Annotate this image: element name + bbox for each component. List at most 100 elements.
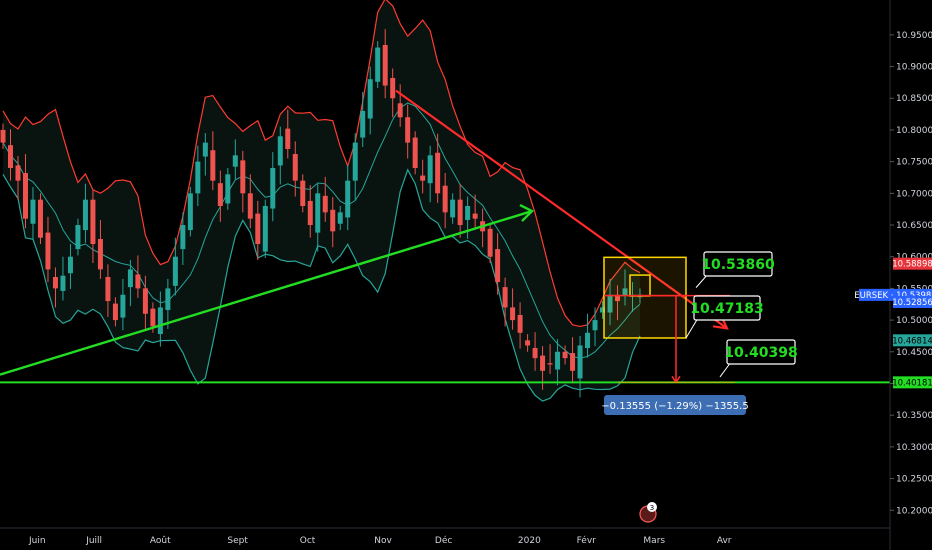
price-tick-label: 10.95000: [896, 31, 932, 41]
candle-body: [555, 351, 561, 370]
time-tick-label: Févr: [577, 535, 597, 546]
price-tag-label: 10.46814: [892, 336, 932, 346]
price-tag: 10.52856: [892, 295, 932, 308]
candle-body: [165, 288, 171, 310]
price-tick-label: 10.25000: [896, 475, 932, 485]
candle-body: [330, 209, 336, 232]
candle-body: [210, 150, 216, 181]
price-tick-label: 10.70000: [896, 189, 932, 199]
candle-body: [202, 142, 208, 157]
time-tick-label: Nov: [374, 536, 392, 546]
candle-body: [592, 320, 598, 331]
time-tick-label: Juill: [85, 536, 102, 546]
candle-body: [307, 200, 313, 226]
price-tick-label: 10.30000: [896, 443, 932, 453]
price-tick-label: 10.20000: [896, 506, 932, 516]
candle-body: [97, 238, 103, 270]
candle-body: [150, 308, 156, 327]
candle-body: [465, 206, 471, 220]
candle-body: [345, 180, 351, 218]
candle-body: [180, 225, 186, 250]
candle-body: [540, 355, 546, 371]
candle-body: [105, 276, 111, 302]
candle-body: [367, 79, 373, 119]
candle-body: [472, 213, 478, 219]
candle: [262, 199, 268, 258]
candle-body: [270, 167, 276, 209]
candle-body: [277, 136, 283, 166]
candle-body: [82, 199, 88, 231]
candle-body: [142, 288, 148, 314]
candle-body: [510, 307, 516, 321]
candle-body: [225, 174, 231, 204]
candle-body: [0, 129, 6, 143]
callout-label: 10.40398: [724, 345, 798, 361]
candle-body: [15, 165, 21, 181]
price-tick-label: 10.85000: [896, 94, 932, 104]
time-tick-label: 2020: [518, 536, 541, 546]
candle-body: [127, 269, 133, 288]
price-chart[interactable]: 10.53860 10.47183 10.40398 −0.13555 (−1.29%…: [0, 0, 932, 550]
price-tick-label: 10.75000: [896, 158, 932, 168]
candle-body: [7, 145, 13, 168]
price-tag: 10.58898: [892, 257, 932, 270]
candle-body: [570, 353, 576, 371]
candle-body: [300, 180, 306, 207]
candle-body: [435, 152, 441, 194]
price-tick-label: 10.90000: [896, 63, 932, 73]
time-tick-label: Sept: [227, 536, 248, 546]
candle-body: [577, 345, 583, 379]
candle-body: [22, 173, 28, 219]
callout-label: 10.47183: [690, 301, 764, 317]
candle-body: [487, 228, 493, 257]
candle-body: [397, 103, 403, 118]
price-tag: 10.46814: [892, 334, 932, 347]
candle-body: [255, 213, 261, 245]
candle-body: [450, 199, 456, 218]
candle-body: [247, 193, 253, 219]
price-axis[interactable]: 10.2000010.2500010.3000010.3500010.40000…: [889, 0, 932, 550]
candle-body: [187, 193, 193, 231]
candle-body: [427, 155, 433, 184]
candle-body: [120, 294, 126, 318]
candle-body: [60, 275, 66, 291]
candle-body: [262, 206, 268, 252]
candle-body: [315, 193, 321, 233]
candle: [375, 41, 381, 89]
time-tick-label: Mars: [643, 536, 665, 546]
candle-body: [90, 199, 96, 245]
time-tick-label: Juin: [28, 536, 46, 546]
candle-body: [37, 199, 43, 238]
candle-body: [322, 195, 328, 213]
candle-body: [45, 232, 51, 270]
candle-body: [232, 155, 238, 167]
candle-body: [585, 332, 591, 348]
price-tag-label: 10.52856: [892, 298, 932, 308]
time-tick-label: Août: [150, 536, 171, 546]
time-tick-label: Déc: [435, 535, 452, 546]
candle-body: [217, 183, 223, 207]
range-box[interactable]: [603, 256, 687, 339]
candle-body: [442, 185, 448, 213]
candle: [37, 193, 43, 245]
price-tick-label: 10.50000: [896, 316, 932, 326]
candle-body: [240, 160, 246, 194]
price-tag-label: 10.40181: [892, 378, 932, 388]
candle-body: [292, 154, 298, 181]
candle-body: [517, 315, 523, 333]
candle-body: [502, 287, 508, 308]
candle-body: [157, 307, 163, 335]
price-tick-label: 10.65000: [896, 221, 932, 231]
price-tick-label: 10.80000: [896, 126, 932, 136]
candle-body: [30, 199, 36, 224]
candle-body: [457, 199, 463, 226]
measure-label[interactable]: −0.13555 (−1.29%) −1355.5: [601, 395, 749, 415]
price-tag: 10.40181: [892, 376, 932, 389]
candle-body: [75, 225, 81, 250]
time-tick-label: Oct: [300, 536, 316, 546]
time-tick-label: Avr: [717, 536, 732, 546]
candle-body: [412, 137, 418, 168]
candle-body: [135, 274, 141, 289]
candle: [187, 186, 193, 237]
candle-body: [52, 276, 58, 289]
